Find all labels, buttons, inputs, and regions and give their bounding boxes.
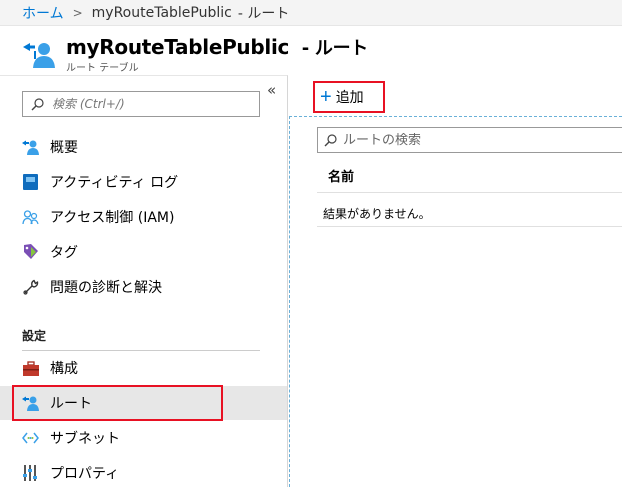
wrench-icon [22, 279, 39, 296]
section-title-settings: 設定 [22, 329, 47, 343]
activity-log-icon [22, 174, 39, 191]
search-icon [324, 133, 337, 146]
sidebar-item-tags[interactable]: タグ [0, 235, 287, 269]
route-search-input[interactable] [343, 132, 622, 148]
sidebar-search[interactable] [22, 91, 260, 117]
page-header: myRouteTablePublic - ルート ルート テーブル [0, 27, 622, 75]
page-title-main: myRouteTablePublic [66, 35, 290, 59]
route-table-icon [23, 43, 55, 68]
subnet-icon [22, 430, 39, 447]
sidebar-item-label: タグ [50, 245, 78, 261]
column-header-name[interactable]: 名前 [328, 166, 354, 185]
sidebar-search-input[interactable] [52, 97, 252, 111]
page-subtitle: ルート テーブル [66, 63, 139, 74]
sidebar-item-properties[interactable]: プロパティ [0, 456, 287, 487]
sidebar-item-iam[interactable]: アクセス制御 (IAM) [0, 200, 287, 234]
sidebar-item-label: 概要 [50, 140, 78, 156]
route-search[interactable] [317, 127, 622, 153]
breadcrumb-resource: myRouteTablePublic [91, 4, 232, 21]
sidebar-item-diagnose[interactable]: 問題の診断と解決 [0, 270, 287, 304]
header-divider [317, 192, 622, 193]
properties-icon [22, 465, 39, 482]
tag-icon [22, 244, 39, 261]
page-title: myRouteTablePublic - ルート [66, 34, 368, 60]
routes-panel: 名前 結果がありません。 [289, 116, 622, 487]
sidebar-item-label: アクティビティ ログ [50, 175, 179, 191]
sidebar: « 概要 アクティビティ ログ [0, 75, 288, 487]
sidebar-item-overview[interactable]: 概要 [0, 130, 287, 164]
toolbar: + 追加 [289, 76, 622, 116]
breadcrumb-current: - ルート [237, 5, 290, 22]
add-button[interactable]: + 追加 [313, 81, 385, 113]
sidebar-item-label: 構成 [50, 361, 78, 377]
search-icon [31, 97, 44, 110]
sidebar-item-label: プロパティ [50, 466, 120, 482]
plus-icon: + [320, 86, 332, 108]
route-highlight-box [12, 385, 223, 421]
sidebar-item-label: アクセス制御 (IAM) [50, 210, 175, 226]
breadcrumb: ホーム > myRouteTablePublic - ルート [0, 0, 622, 26]
add-button-label: 追加 [335, 89, 364, 105]
sidebar-item-label: 問題の診断と解決 [50, 280, 162, 296]
empty-message: 結果がありません。 [323, 207, 431, 221]
sidebar-item-configuration[interactable]: 構成 [0, 351, 287, 385]
sidebar-item-activity-log[interactable]: アクティビティ ログ [0, 165, 287, 199]
breadcrumb-home-link[interactable]: ホーム [22, 3, 64, 23]
overview-icon [22, 139, 39, 156]
collapse-sidebar-button[interactable]: « [267, 81, 276, 99]
toolbox-icon [22, 360, 39, 377]
sidebar-item-label: サブネット [50, 431, 120, 447]
access-control-icon [22, 209, 39, 226]
page-title-suffix: - ルート [301, 38, 369, 59]
breadcrumb-separator: > [72, 5, 83, 20]
row-divider [317, 226, 622, 227]
sidebar-item-subnets[interactable]: サブネット [0, 421, 287, 455]
